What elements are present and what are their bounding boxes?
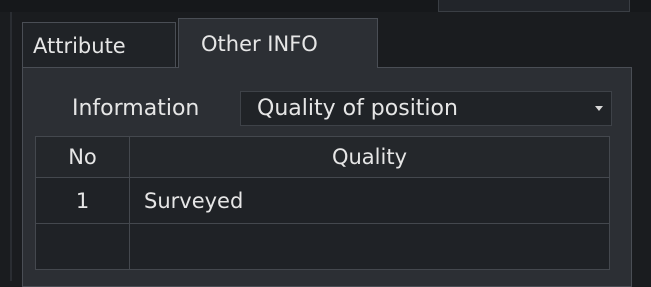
table-row[interactable] — [35, 224, 610, 270]
tab-attribute-label: Attribute — [33, 34, 126, 58]
cell-no — [36, 224, 130, 269]
information-label: Information — [72, 96, 200, 121]
information-dropdown[interactable]: Quality of position — [240, 91, 612, 126]
cell-no: 1 — [36, 178, 130, 223]
column-header-quality[interactable]: Quality — [130, 137, 609, 177]
table-row[interactable]: 1 Surveyed — [35, 178, 610, 224]
tab-attribute[interactable]: Attribute — [22, 22, 176, 68]
cell-quality — [130, 224, 609, 269]
tab-other-info-label: Other INFO — [201, 32, 318, 56]
tab-other-info[interactable]: Other INFO — [178, 18, 378, 68]
top-control-box — [438, 0, 630, 12]
table-header-row: No Quality — [35, 136, 610, 178]
chevron-down-icon — [595, 106, 603, 111]
cell-quality: Surveyed — [130, 178, 609, 223]
information-dropdown-value: Quality of position — [257, 96, 458, 121]
column-header-no[interactable]: No — [36, 137, 130, 177]
window-left-edge — [10, 12, 12, 281]
quality-table: No Quality 1 Surveyed — [35, 136, 610, 270]
